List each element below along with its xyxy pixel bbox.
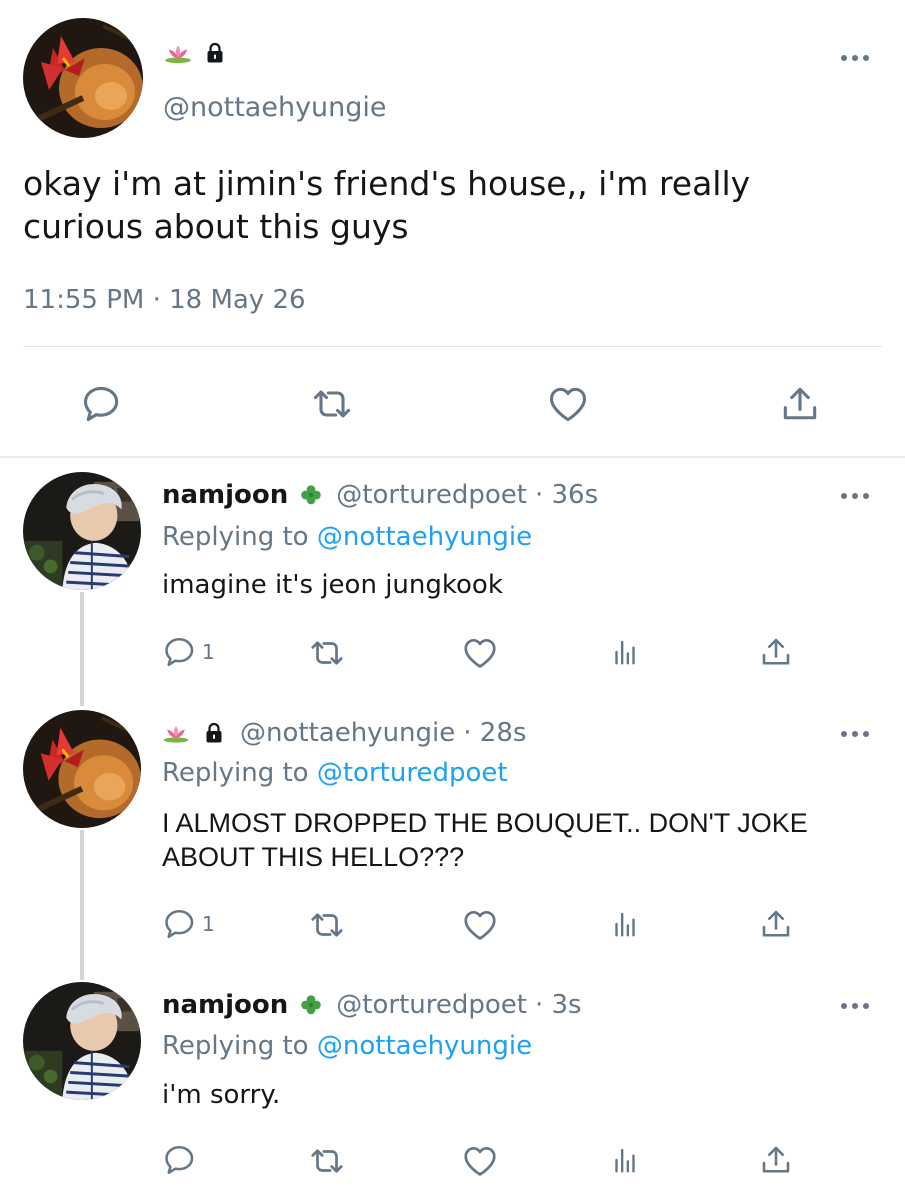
like-button[interactable] xyxy=(546,382,590,426)
reply-text: i'm sorry. xyxy=(162,1080,281,1110)
reply-time: · 28s xyxy=(463,718,527,748)
user-handle[interactable]: @nottaehyungie xyxy=(240,718,455,748)
user-handle[interactable]: @torturedpoet xyxy=(336,480,527,510)
share-icon xyxy=(758,906,794,942)
user-badges xyxy=(163,38,227,68)
reply-text: I ALMOST DROPPED THE BOUQUET.. DON'T JOK… xyxy=(162,808,808,872)
retweet-button[interactable] xyxy=(308,1142,346,1180)
tweet-timestamp[interactable]: 11:55 PM · 18 May 26 xyxy=(23,285,306,315)
share-button[interactable] xyxy=(778,382,822,426)
reply-button[interactable]: 1 xyxy=(162,634,215,670)
thread-line xyxy=(80,592,84,706)
like-icon xyxy=(461,906,499,944)
clover-icon xyxy=(298,992,324,1018)
reply-time: · 36s xyxy=(534,480,599,510)
retweet-icon xyxy=(308,1142,346,1180)
avatar[interactable] xyxy=(23,472,141,590)
avatar[interactable] xyxy=(23,982,141,1100)
reply-icon xyxy=(162,1142,198,1178)
share-button[interactable] xyxy=(758,634,794,670)
lock-icon xyxy=(202,721,226,745)
more-icon[interactable] xyxy=(838,488,872,504)
analytics-icon xyxy=(608,906,642,942)
like-button[interactable] xyxy=(461,634,499,672)
reply-header: namjoon @torturedpoet · 3s xyxy=(162,990,582,1020)
retweet-icon xyxy=(308,906,346,944)
replying-to: Replying to @torturedpoet xyxy=(162,758,508,788)
thread-line xyxy=(80,830,84,980)
reply-button[interactable]: 1 xyxy=(162,906,215,942)
lotus-icon xyxy=(163,42,193,64)
retweet-button[interactable] xyxy=(308,634,346,672)
replying-to: Replying to @nottaehyungie xyxy=(162,522,532,552)
replying-to-label: Replying to xyxy=(162,522,309,552)
reply-icon xyxy=(162,906,198,942)
clover-icon xyxy=(298,482,324,508)
retweet-button[interactable] xyxy=(308,906,346,944)
more-icon[interactable] xyxy=(838,50,872,66)
like-icon xyxy=(461,1142,499,1180)
avatar[interactable] xyxy=(23,710,141,828)
replying-to: Replying to @nottaehyungie xyxy=(162,1031,532,1061)
more-icon[interactable] xyxy=(838,998,872,1014)
reply-count: 1 xyxy=(202,912,215,936)
like-icon xyxy=(461,634,499,672)
share-button[interactable] xyxy=(758,1142,794,1178)
like-button[interactable] xyxy=(461,1142,499,1180)
reply-button[interactable] xyxy=(162,1142,202,1178)
lock-icon xyxy=(203,41,227,65)
analytics-icon xyxy=(608,1142,642,1178)
divider xyxy=(23,346,882,347)
replying-to-label: Replying to xyxy=(162,758,309,788)
reply-header: @nottaehyungie · 28s xyxy=(162,718,526,748)
reply-count: 1 xyxy=(202,640,215,664)
share-icon xyxy=(758,1142,794,1178)
share-icon xyxy=(758,634,794,670)
reply-icon xyxy=(80,382,124,426)
reply-time: · 3s xyxy=(534,990,582,1020)
retweet-icon xyxy=(308,634,346,672)
analytics-icon xyxy=(608,634,642,670)
reply-button[interactable] xyxy=(80,382,124,426)
share-button[interactable] xyxy=(758,906,794,942)
like-button[interactable] xyxy=(461,906,499,944)
retweet-icon xyxy=(310,382,354,426)
analytics-button[interactable] xyxy=(608,906,642,942)
reply-header: namjoon @torturedpoet · 36s xyxy=(162,480,598,510)
replying-to-link[interactable]: @nottaehyungie xyxy=(317,1031,532,1061)
display-name[interactable]: namjoon xyxy=(162,480,288,510)
replying-to-link[interactable]: @torturedpoet xyxy=(317,758,508,788)
more-icon[interactable] xyxy=(838,726,872,742)
display-name[interactable]: namjoon xyxy=(162,990,288,1020)
avatar[interactable] xyxy=(23,18,143,138)
analytics-button[interactable] xyxy=(608,634,642,670)
tweet-text: okay i'm at jimin's friend's house,, i'm… xyxy=(23,164,751,246)
reply-icon xyxy=(162,634,198,670)
reply-text: imagine it's jeon jungkook xyxy=(162,570,503,600)
section-divider xyxy=(0,456,905,458)
user-handle[interactable]: @torturedpoet xyxy=(336,990,527,1020)
retweet-button[interactable] xyxy=(310,382,354,426)
user-handle[interactable]: @nottaehyungie xyxy=(163,92,387,123)
share-icon xyxy=(778,382,822,426)
like-icon xyxy=(546,382,590,426)
analytics-button[interactable] xyxy=(608,1142,642,1178)
replying-to-label: Replying to xyxy=(162,1031,309,1061)
replying-to-link[interactable]: @nottaehyungie xyxy=(317,522,532,552)
lotus-icon xyxy=(162,722,190,744)
